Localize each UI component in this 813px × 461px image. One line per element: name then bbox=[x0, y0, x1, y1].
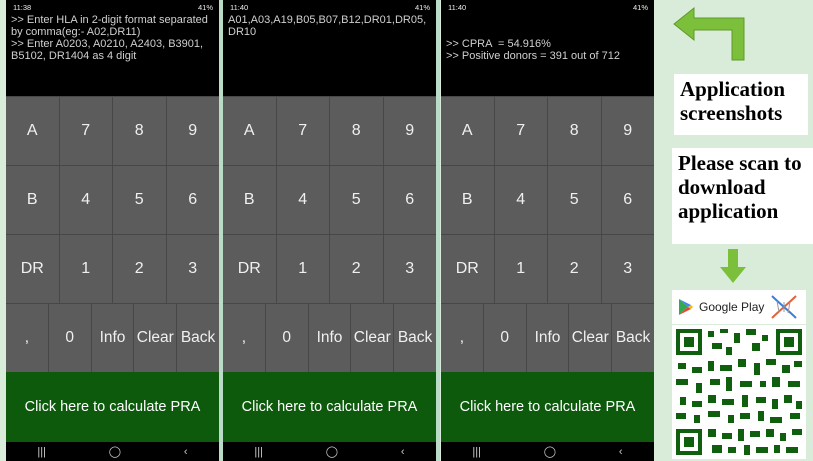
key-dr[interactable]: DR bbox=[441, 235, 494, 303]
key-0[interactable]: 0 bbox=[482, 304, 526, 372]
back-icon[interactable]: ‹ bbox=[619, 446, 623, 458]
key-1[interactable]: 1 bbox=[493, 235, 548, 303]
keypad: A 7 8 9 B 4 5 6 DR 1 2 3 , 0 Info Clear … bbox=[6, 96, 219, 372]
home-icon[interactable]: ◯ bbox=[326, 445, 338, 458]
key-3[interactable]: 3 bbox=[382, 235, 437, 303]
key-6[interactable]: 6 bbox=[165, 166, 220, 234]
key-a[interactable]: A bbox=[6, 97, 59, 165]
back-button[interactable]: Back bbox=[611, 304, 654, 372]
status-battery: 41% bbox=[414, 2, 430, 12]
display-text: >> Enter HLA in 2-digit format separated… bbox=[11, 14, 208, 62]
key-1[interactable]: 1 bbox=[275, 235, 330, 303]
key-7[interactable]: 7 bbox=[275, 97, 330, 165]
qr-code[interactable] bbox=[672, 325, 806, 459]
keypad: A 7 8 9 B 4 5 6 DR 1 2 3 , 0 Info Clear … bbox=[441, 96, 654, 372]
key-1[interactable]: 1 bbox=[58, 235, 113, 303]
key-7[interactable]: 7 bbox=[493, 97, 548, 165]
android-nav-bar: ||| ◯ ‹ bbox=[223, 442, 436, 461]
home-icon[interactable]: ◯ bbox=[544, 445, 556, 458]
dna-icon bbox=[771, 295, 798, 319]
calculate-pra-button[interactable]: Click here to calculate PRA bbox=[441, 372, 654, 442]
android-nav-bar: ||| ◯ ‹ bbox=[441, 442, 654, 461]
key-9[interactable]: 9 bbox=[165, 97, 220, 165]
key-comma[interactable]: , bbox=[6, 304, 48, 372]
key-b[interactable]: B bbox=[441, 166, 494, 234]
key-0[interactable]: 0 bbox=[264, 304, 308, 372]
calculate-pra-button[interactable]: Click here to calculate PRA bbox=[6, 372, 219, 442]
info-button[interactable]: Info bbox=[307, 304, 351, 372]
key-8[interactable]: 8 bbox=[329, 97, 383, 165]
back-button[interactable]: Back bbox=[393, 304, 436, 372]
scan-to-download-label: Please scan to download application bbox=[672, 148, 813, 244]
status-time: 11:38 bbox=[13, 2, 32, 12]
key-5[interactable]: 5 bbox=[329, 166, 383, 234]
clear-button[interactable]: Clear bbox=[568, 304, 611, 372]
key-2[interactable]: 2 bbox=[112, 235, 166, 303]
back-button[interactable]: Back bbox=[176, 304, 219, 372]
clear-button[interactable]: Clear bbox=[133, 304, 176, 372]
back-icon[interactable]: ‹ bbox=[184, 446, 188, 458]
key-9[interactable]: 9 bbox=[382, 97, 437, 165]
key-8[interactable]: 8 bbox=[112, 97, 166, 165]
home-icon[interactable]: ◯ bbox=[109, 445, 121, 458]
recent-apps-icon[interactable]: ||| bbox=[254, 446, 263, 458]
status-time: 11:40 bbox=[230, 2, 249, 12]
key-4[interactable]: 4 bbox=[58, 166, 113, 234]
status-bar: 11:40 41% bbox=[441, 0, 654, 14]
key-3[interactable]: 3 bbox=[600, 235, 655, 303]
key-5[interactable]: 5 bbox=[112, 166, 166, 234]
key-2[interactable]: 2 bbox=[329, 235, 383, 303]
key-2[interactable]: 2 bbox=[547, 235, 601, 303]
google-play-label: Google Play bbox=[699, 300, 765, 314]
separator bbox=[436, 0, 440, 461]
key-7[interactable]: 7 bbox=[58, 97, 113, 165]
calculate-pra-button[interactable]: Click here to calculate PRA bbox=[223, 372, 436, 442]
key-b[interactable]: B bbox=[223, 166, 276, 234]
key-dr[interactable]: DR bbox=[223, 235, 276, 303]
display-text: A01,A03,A19,B05,B07,B12,DR01,DR05, DR10 bbox=[228, 14, 427, 38]
key-b[interactable]: B bbox=[6, 166, 59, 234]
info-button[interactable]: Info bbox=[525, 304, 569, 372]
key-6[interactable]: 6 bbox=[600, 166, 655, 234]
key-dr[interactable]: DR bbox=[6, 235, 59, 303]
key-comma[interactable]: , bbox=[223, 304, 265, 372]
android-nav-bar: ||| ◯ ‹ bbox=[6, 442, 219, 461]
key-a[interactable]: A bbox=[441, 97, 494, 165]
status-time: 11:40 bbox=[448, 2, 467, 12]
key-4[interactable]: 4 bbox=[275, 166, 330, 234]
phone-screenshot-1: 11:38 41% >> Enter HLA in 2-digit format… bbox=[6, 0, 219, 461]
status-bar: 11:38 41% bbox=[6, 0, 219, 14]
google-play-badge[interactable]: Google Play bbox=[672, 290, 806, 324]
right-info-panel: Application screenshots Please scan to d… bbox=[658, 0, 813, 461]
key-6[interactable]: 6 bbox=[382, 166, 437, 234]
key-5[interactable]: 5 bbox=[547, 166, 601, 234]
key-9[interactable]: 9 bbox=[600, 97, 655, 165]
down-arrow-icon bbox=[720, 249, 746, 283]
key-0[interactable]: 0 bbox=[47, 304, 91, 372]
recent-apps-icon[interactable]: ||| bbox=[472, 446, 481, 458]
status-battery: 41% bbox=[632, 2, 648, 12]
google-play-icon bbox=[679, 299, 693, 315]
key-comma[interactable]: , bbox=[441, 304, 483, 372]
status-bar: 11:40 41% bbox=[223, 0, 436, 14]
status-battery: 41% bbox=[197, 2, 213, 12]
phone-screenshot-2: 11:40 41% A01,A03,A19,B05,B07,B12,DR01,D… bbox=[223, 0, 436, 461]
key-3[interactable]: 3 bbox=[165, 235, 220, 303]
back-icon[interactable]: ‹ bbox=[401, 446, 405, 458]
recent-apps-icon[interactable]: ||| bbox=[37, 446, 46, 458]
key-a[interactable]: A bbox=[223, 97, 276, 165]
key-8[interactable]: 8 bbox=[547, 97, 601, 165]
info-button[interactable]: Info bbox=[90, 304, 134, 372]
key-4[interactable]: 4 bbox=[493, 166, 548, 234]
clear-button[interactable]: Clear bbox=[350, 304, 393, 372]
keypad: A 7 8 9 B 4 5 6 DR 1 2 3 , 0 Info Clear … bbox=[223, 96, 436, 372]
app-screenshots-label: Application screenshots bbox=[674, 74, 808, 135]
up-left-arrow-icon bbox=[673, 6, 745, 61]
display-text: >> CPRA = 54.916% >> Positive donors = 3… bbox=[446, 38, 620, 62]
phone-screenshot-3: 11:40 41% >> CPRA = 54.916% >> Positive … bbox=[441, 0, 654, 461]
